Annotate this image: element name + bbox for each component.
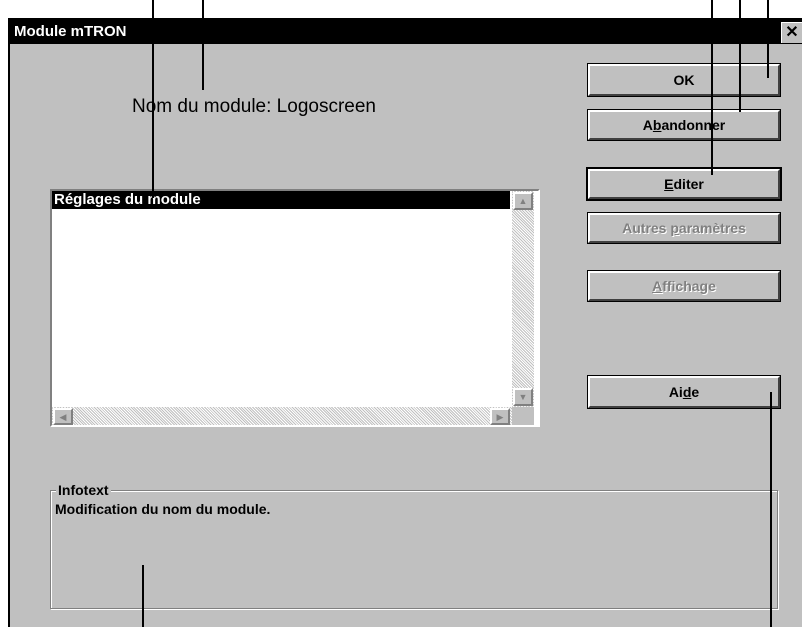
list-item-selected[interactable]: Réglages du module (52, 191, 510, 209)
horizontal-scrollbar[interactable]: ◀ ▶ (52, 407, 512, 425)
callout-line (739, 0, 741, 112)
infotext-content: Modification du nom du module. (55, 501, 271, 517)
cancel-button[interactable]: Abandonner (587, 109, 781, 141)
ok-button[interactable]: OK (587, 63, 781, 97)
more-parameters-label: Autres paramètres (622, 220, 746, 236)
cancel-button-label: Abandonner (642, 117, 726, 133)
infotext-legend: Infotext (56, 482, 111, 498)
window-title: Module mTRON (14, 23, 127, 40)
display-button[interactable]: Affichage (587, 270, 781, 302)
callout-line (770, 392, 772, 627)
dialog-window: Module mTRON ✕ Nom du module: Logoscreen… (8, 18, 802, 627)
module-name-label: Nom du module: Logoscreen (132, 96, 376, 117)
callout-line (152, 0, 154, 198)
close-icon: ✕ (785, 24, 799, 41)
scroll-down-icon[interactable]: ▼ (513, 388, 533, 406)
scroll-left-icon[interactable]: ◀ (53, 408, 73, 425)
infotext-group: Infotext Modification du nom du module. (50, 482, 778, 609)
callout-line (711, 0, 713, 175)
callout-line (202, 0, 204, 90)
scroll-corner (512, 407, 534, 425)
help-button[interactable]: Aide (587, 375, 781, 409)
scroll-up-icon[interactable]: ▲ (513, 192, 533, 210)
display-button-label: Affichage (652, 278, 716, 294)
callout-line (142, 565, 144, 627)
edit-button[interactable]: Editer (586, 167, 782, 201)
scroll-right-icon[interactable]: ▶ (490, 408, 510, 425)
ok-button-label: OK (673, 72, 695, 88)
module-settings-listbox[interactable]: Réglages du module ▲ ▼ ◀ ▶ (50, 189, 540, 427)
callout-line (767, 0, 769, 78)
more-parameters-button[interactable]: Autres paramètres (587, 212, 781, 244)
edit-button-label: Editer (664, 176, 704, 192)
help-button-label: Aide (668, 384, 700, 400)
close-button[interactable]: ✕ (781, 22, 802, 43)
title-bar[interactable]: Module mTRON ✕ (10, 20, 802, 44)
vertical-scrollbar[interactable]: ▲ ▼ (512, 191, 534, 407)
